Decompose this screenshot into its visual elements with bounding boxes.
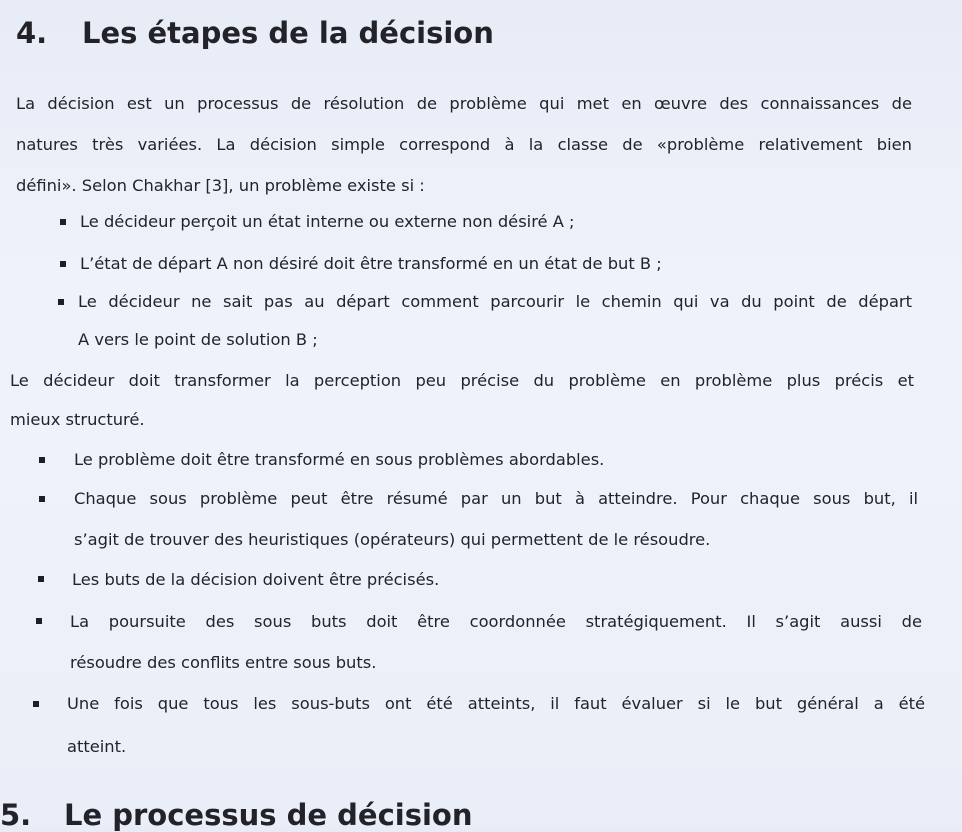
list-item-text: La poursuite des sous buts doit être coo…: [70, 612, 922, 631]
list-item-text: s’agit de trouver des heuristiques (opér…: [74, 530, 711, 549]
bullet-square-icon: [60, 219, 66, 225]
bullet-square-icon: [33, 701, 39, 707]
bullet-square-icon: [60, 261, 66, 267]
list-item-text: Les buts de la décision doivent être pré…: [72, 570, 440, 589]
list-item-text: résoudre des conflits entre sous buts.: [70, 653, 377, 672]
bullet-square-icon: [39, 457, 45, 463]
list-item-text: A vers le point de solution B ;: [78, 330, 318, 349]
section-title: Le processus de décision: [64, 798, 473, 832]
document-page: 4. Les étapes de la décision La décision …: [0, 0, 962, 832]
list-item-text: Le problème doit être transformé en sous…: [74, 450, 605, 469]
list-item-text: atteint.: [67, 737, 127, 756]
bullet-square-icon: [36, 618, 42, 624]
list-item-text: Le décideur ne sait pas au départ commen…: [78, 292, 912, 311]
paragraph-line: natures très variées. La décision simple…: [16, 135, 912, 154]
section-number: 5.: [0, 798, 32, 832]
bullet-square-icon: [39, 496, 45, 502]
bullet-square-icon: [38, 576, 44, 582]
paragraph-line: mieux structuré.: [10, 410, 145, 429]
list-item-text: Une fois que tous les sous-buts ont été …: [67, 694, 925, 713]
section-4-heading: 4. Les étapes de la décision: [16, 16, 494, 50]
section-title: Les étapes de la décision: [82, 16, 494, 50]
paragraph-line: Le décideur doit transformer la percepti…: [10, 371, 914, 390]
list-item-text: Le décideur perçoit un état interne ou e…: [80, 212, 575, 231]
list-item-text: L’état de départ A non désiré doit être …: [80, 254, 662, 273]
list-item-text: Chaque sous problème peut être résumé pa…: [74, 489, 918, 508]
section-number: 4.: [16, 16, 48, 50]
section-5-heading: 5. Le processus de décision: [0, 798, 472, 832]
paragraph-line: La décision est un processus de résoluti…: [16, 94, 912, 113]
paragraph-line: défini». Selon Chakhar [3], un problème …: [16, 176, 425, 195]
bullet-square-icon: [58, 299, 64, 305]
